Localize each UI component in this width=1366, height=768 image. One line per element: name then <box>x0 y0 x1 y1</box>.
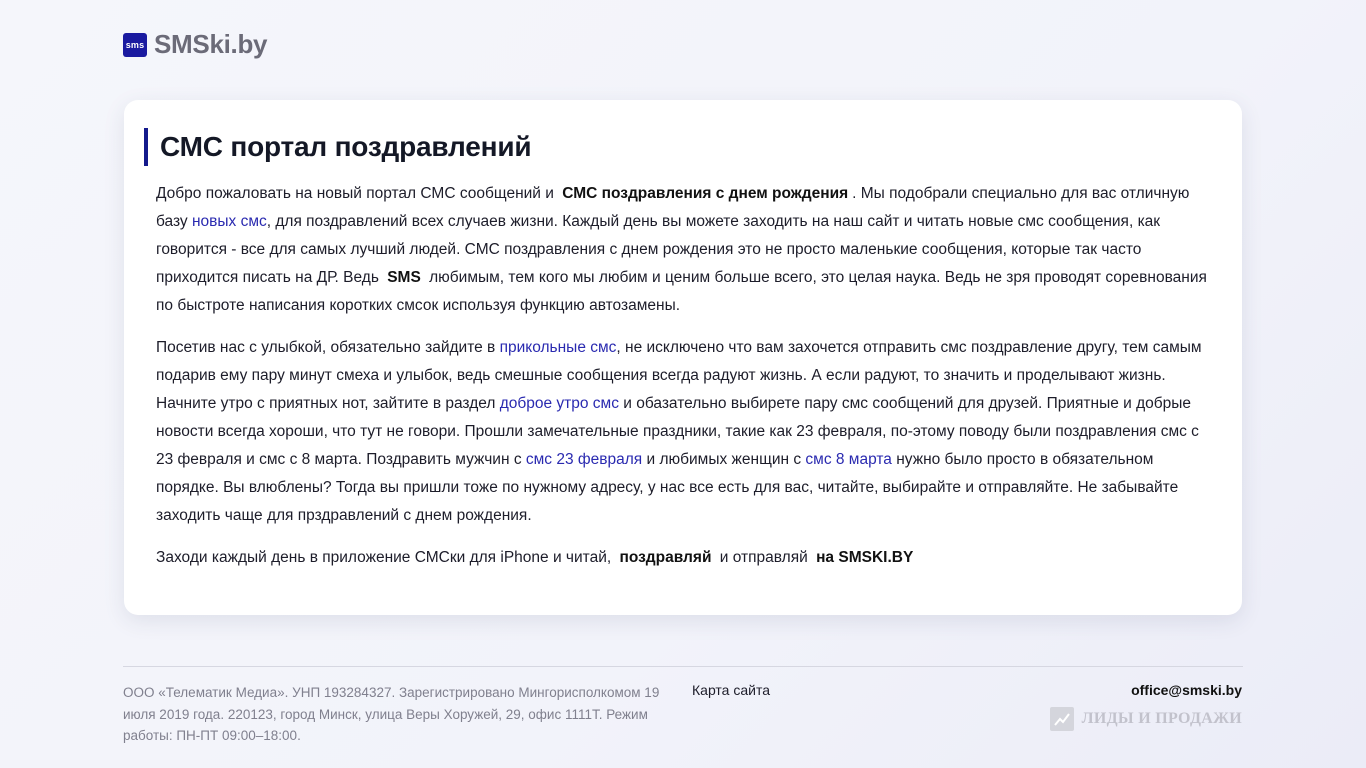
paragraph-intro: Добро пожаловать на новый портал СМС соо… <box>156 180 1212 320</box>
paragraph-app: Заходи каждый день в приложение СМСки дл… <box>156 544 1212 572</box>
content-card: СМС портал поздравлений Добро пожаловать… <box>124 100 1242 615</box>
site-logo-link[interactable]: sms SMSki.by <box>123 29 268 60</box>
bold-text: на SMSKI.BY <box>816 549 914 566</box>
sitemap-link[interactable]: Карта сайта <box>692 682 770 698</box>
text: и любимых женщин с <box>642 451 806 468</box>
text: Посетив нас с улыбкой, обязательно зайди… <box>156 339 500 356</box>
logo-badge: sms <box>123 32 147 57</box>
text: Заходи каждый день в приложение СМСки дл… <box>156 549 616 566</box>
title-accent-bar: СМС портал поздравлений <box>144 128 532 166</box>
link-good-morning-sms[interactable]: доброе утро смс <box>500 395 619 412</box>
article-body: Добро пожаловать на новый портал СМС соо… <box>156 180 1212 586</box>
link-funny-sms[interactable]: прикольные смс <box>500 339 617 356</box>
text: и отправляй <box>715 549 813 566</box>
page-title: СМС портал поздравлений <box>160 131 532 162</box>
bold-text: СМС поздравления с днем рождения <box>562 185 849 202</box>
text: Добро пожаловать на новый портал СМС соо… <box>156 185 559 202</box>
paragraph-sections: Посетив нас с улыбкой, обязательно зайди… <box>156 334 1212 530</box>
footer-legal-text: ООО «Телематик Медиа». УНП 193284327. За… <box>123 685 660 743</box>
link-feb23-sms[interactable]: смс 23 февраля <box>526 451 642 468</box>
link-new-sms[interactable]: новых смс <box>192 213 267 230</box>
link-mar8-sms[interactable]: смс 8 марта <box>805 451 892 468</box>
email-link[interactable]: office@smski.by <box>1131 682 1242 698</box>
partner-logo-link[interactable]: ЛИДЫ И ПРОДАЖИ <box>1049 707 1242 731</box>
chart-trend-icon <box>1049 707 1074 731</box>
logo-text: SMSki.by <box>154 29 268 59</box>
bold-text: SMS <box>387 269 421 286</box>
partner-label: ЛИДЫ И ПРОДАЖИ <box>1081 710 1242 727</box>
bold-text: поздравляй <box>619 549 712 566</box>
footer-divider <box>123 666 1243 667</box>
